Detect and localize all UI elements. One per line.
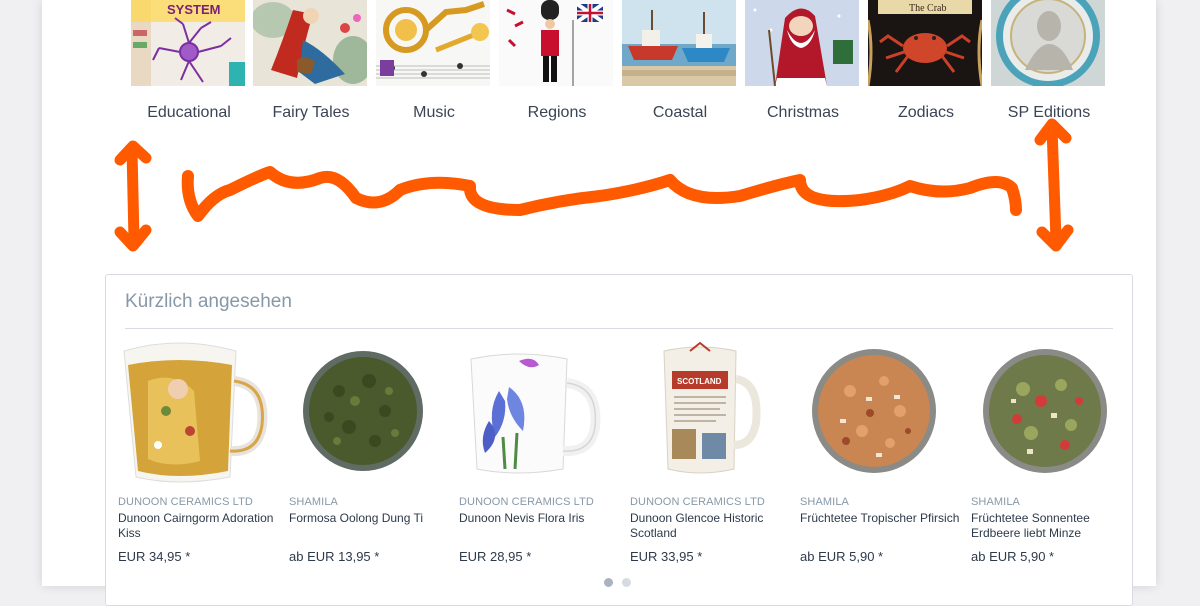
recently-viewed-title: Kürzlich angesehen xyxy=(125,291,292,312)
category-music[interactable]: Music xyxy=(376,0,492,130)
product-name[interactable]: Dunoon Glencoe Historic Scotland xyxy=(630,511,790,541)
product-card[interactable]: DUNOON CERAMICS LTD Dunoon Cairngorm Ado… xyxy=(118,341,278,571)
product-image[interactable] xyxy=(800,341,960,491)
product-image[interactable] xyxy=(118,341,278,491)
category-thumb-sp-editions xyxy=(991,0,1105,86)
product-price: EUR 33,95 * xyxy=(630,549,703,564)
zodiac-thumb-text: The Crab xyxy=(909,3,947,14)
product-price: ab EUR 5,90 * xyxy=(800,549,884,564)
category-zodiacs[interactable]: The Crab Zodiacs xyxy=(868,0,984,130)
product-name[interactable]: Formosa Oolong Dung Ti xyxy=(289,511,449,526)
category-christmas[interactable]: Christmas xyxy=(745,0,861,130)
product-image[interactable]: SCOTLAND xyxy=(630,341,790,491)
category-thumb-christmas xyxy=(745,0,859,86)
category-thumb-zodiacs: The Crab xyxy=(868,0,982,86)
category-thumb-educational: SYSTEM xyxy=(131,0,245,86)
category-fairy-tales[interactable]: Fairy Tales xyxy=(253,0,369,130)
recently-viewed-panel: Kürzlich angesehen DUNOON CERAMICS LTD D… xyxy=(105,274,1133,606)
product-price: ab EUR 5,90 * xyxy=(971,549,1055,564)
product-supplier: SHAMILA xyxy=(800,496,849,508)
category-thumb-fairy-tales xyxy=(253,0,367,86)
product-name[interactable]: Dunoon Nevis Flora Iris xyxy=(459,511,619,526)
product-name[interactable]: Dunoon Cairngorm Adoration Kiss xyxy=(118,511,278,541)
product-supplier: DUNOON CERAMICS LTD xyxy=(630,496,765,508)
category-thumb-coastal xyxy=(622,0,736,86)
product-price: ab EUR 13,95 * xyxy=(289,549,380,564)
product-price: EUR 28,95 * xyxy=(459,549,532,564)
category-coastal[interactable]: Coastal xyxy=(622,0,738,130)
category-strip: SYSTEM Educational Fairy Tales Music Reg… xyxy=(131,0,1111,130)
product-image[interactable] xyxy=(971,341,1131,491)
product-supplier: DUNOON CERAMICS LTD xyxy=(459,496,594,508)
product-supplier: SHAMILA xyxy=(971,496,1020,508)
product-supplier: SHAMILA xyxy=(289,496,338,508)
product-supplier: DUNOON CERAMICS LTD xyxy=(118,496,253,508)
category-thumb-music xyxy=(376,0,490,86)
product-image[interactable] xyxy=(289,341,449,491)
product-card[interactable]: SHAMILA Früchtetee Tropischer Pfirsich a… xyxy=(800,341,960,571)
product-price: EUR 34,95 * xyxy=(118,549,191,564)
category-label: SP Editions xyxy=(1007,104,1091,121)
mug-image-text: SCOTLAND xyxy=(677,377,722,386)
product-name[interactable]: Früchtetee Sonnentee Erdbeere liebt Minz… xyxy=(971,511,1131,541)
product-card[interactable]: SCOTLAND DUNOON CERAMICS LTD Dunoon Glen… xyxy=(630,341,790,571)
product-card[interactable]: SHAMILA Formosa Oolong Dung Ti ab EUR 13… xyxy=(289,341,449,571)
category-regions[interactable]: Regions xyxy=(499,0,615,130)
category-thumb-regions xyxy=(499,0,613,86)
category-sp-editions[interactable]: SP Editions xyxy=(991,0,1107,130)
product-name[interactable]: Früchtetee Tropischer Pfirsich xyxy=(800,511,960,526)
category-educational[interactable]: SYSTEM Educational xyxy=(131,0,247,130)
product-image[interactable] xyxy=(459,341,619,491)
product-card[interactable]: SHAMILA Früchtetee Sonnentee Erdbeere li… xyxy=(971,341,1131,571)
product-card[interactable]: DUNOON CERAMICS LTD Dunoon Nevis Flora I… xyxy=(459,341,619,571)
panel-divider xyxy=(125,328,1113,329)
svg-text:SYSTEM: SYSTEM xyxy=(167,2,220,17)
